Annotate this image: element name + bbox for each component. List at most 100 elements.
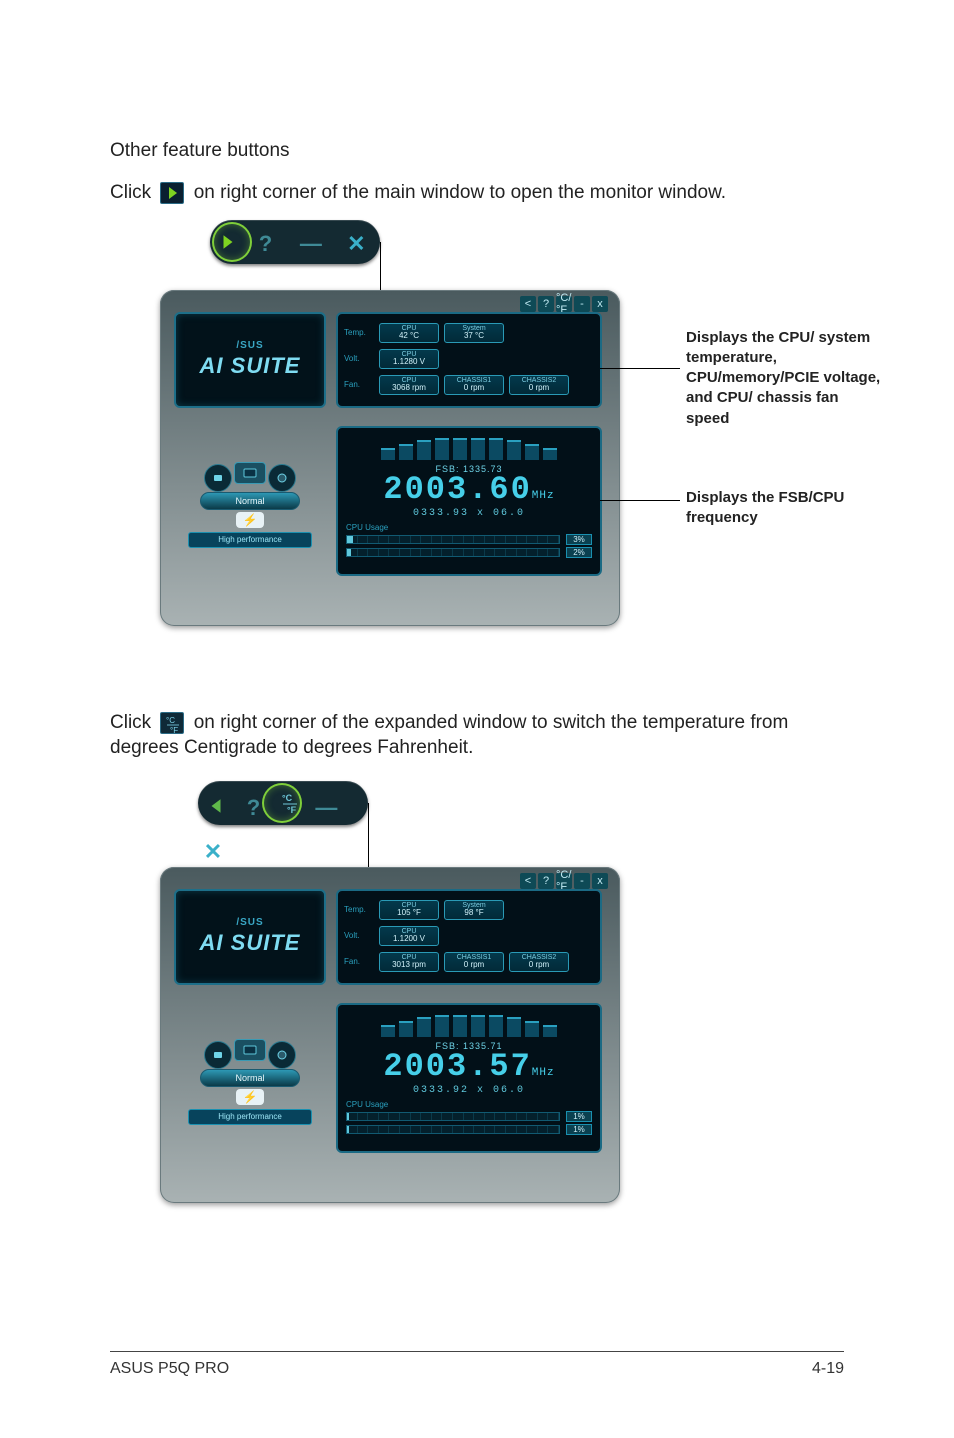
frequency-panel: FSB: 1335.71 2003.57MHz 0333.92 x 06.0 C…: [336, 1003, 602, 1153]
bolt-icon[interactable]: ⚡: [236, 1089, 264, 1105]
figure-1: ? — ✕ < ? °C/°F - x /SUS AI SUITE: [160, 220, 890, 670]
minimize-icon[interactable]: —: [285, 222, 337, 266]
left-pane: /SUS AI SUITE Normal ⚡ High performance: [174, 312, 326, 546]
zoom-titlebar-2: ? °C °F — ✕: [198, 781, 368, 825]
usage-row-2: 2%: [346, 547, 592, 558]
help-mini-icon[interactable]: ?: [538, 296, 554, 312]
paragraph-1: Click on right corner of the main window…: [110, 180, 844, 206]
right-pane: Temp. CPU105 °F System98 °F Volt. CPU1.1…: [336, 889, 602, 1153]
temp-cpu-pill: CPU42 °C: [379, 323, 439, 343]
expand-icon: [160, 182, 184, 204]
temp-row: Temp. CPU42 °C System37 °C: [344, 320, 594, 346]
usage-row-2: 1%: [346, 1124, 592, 1135]
perf-indicator-icon: [234, 1039, 266, 1061]
monitor-window-2: < ? °C/°F - x /SUS AI SUITE: [160, 867, 620, 1203]
close-mini-icon[interactable]: x: [592, 873, 608, 889]
collapse-icon[interactable]: <: [520, 296, 536, 312]
volt-cpu-pill: CPU1.1280 V: [379, 349, 439, 369]
right-pane: Temp. CPU42 °C System37 °C Volt. CPU1.12…: [336, 312, 602, 576]
fan-cpu-pill: CPU3013 rpm: [379, 952, 439, 972]
fan-label: Fan.: [344, 380, 374, 389]
performance-widget: Normal ⚡ High performance: [174, 454, 326, 546]
help-mini-icon[interactable]: ?: [538, 873, 554, 889]
leader-line: [368, 803, 369, 867]
asus-logo-text: /SUS: [236, 340, 263, 351]
para1-post: on right corner of the main window to op…: [194, 182, 726, 203]
unit-toggle-icon[interactable]: °C/°F: [556, 873, 572, 889]
minimize-mini-icon[interactable]: -: [574, 873, 590, 889]
ai-suite-title: AI SUITE: [200, 353, 301, 379]
leader-line: [600, 500, 680, 501]
perf-mode-button[interactable]: Normal: [200, 1069, 300, 1087]
unit-toggle-icon[interactable]: °C/°F: [556, 296, 572, 312]
close-icon[interactable]: ✕: [341, 222, 371, 266]
cpu-usage-label: CPU Usage: [346, 523, 592, 532]
fan-ch2-pill: CHASSIS20 rpm: [509, 375, 569, 395]
cpu-usage-label: CPU Usage: [346, 1100, 592, 1109]
minimize-icon[interactable]: —: [311, 786, 341, 830]
svg-text:°F: °F: [170, 726, 178, 734]
help-icon[interactable]: ?: [250, 222, 280, 266]
perf-label[interactable]: High performance: [188, 532, 312, 548]
usage-bar-2: [346, 1125, 560, 1134]
volt-label: Volt.: [344, 931, 374, 940]
freq-unit: MHz: [532, 1067, 555, 1079]
usage-bar-1: [346, 535, 560, 544]
ai-suite-title: AI SUITE: [200, 930, 301, 956]
volt-label: Volt.: [344, 354, 374, 363]
perf-knob-right-icon[interactable]: [268, 1041, 296, 1069]
histogram-icon: [346, 436, 592, 460]
temperature-toggle-icon: °C °F: [160, 712, 184, 734]
fan-ch1-pill: CHASSIS10 rpm: [444, 375, 504, 395]
multiplier-value: 0333.92 x 06.0: [346, 1085, 592, 1096]
usage-row-1: 1%: [346, 1111, 592, 1122]
fan-row: Fan. CPU3068 rpm CHASSIS10 rpm CHASSIS20…: [344, 372, 594, 398]
cpu-frequency: 2003.57MHz: [346, 1051, 592, 1083]
temp-cpu-pill: CPU105 °F: [379, 900, 439, 920]
paragraph-2: Click °C °F on right corner of the expan…: [110, 710, 844, 761]
footer-page-number: 4-19: [812, 1360, 844, 1378]
monitor-window-1: < ? °C/°F - x /SUS AI SUITE: [160, 290, 620, 626]
fan-ch1-pill: CHASSIS10 rpm: [444, 952, 504, 972]
window-controls: < ? °C/°F - x: [520, 873, 608, 889]
volt-row: Volt. CPU1.1280 V: [344, 346, 594, 372]
arrow-left-icon[interactable]: [198, 784, 234, 828]
section-heading: Other feature buttons: [110, 140, 844, 162]
bolt-icon[interactable]: ⚡: [236, 512, 264, 528]
brand-box: /SUS AI SUITE: [174, 889, 326, 985]
sensor-panel: Temp. CPU42 °C System37 °C Volt. CPU1.12…: [336, 312, 602, 408]
temp-label: Temp.: [344, 328, 374, 337]
perf-knob-left-icon[interactable]: [204, 1041, 232, 1069]
fan-cpu-pill: CPU3068 rpm: [379, 375, 439, 395]
highlight-ring-icon: [264, 785, 300, 821]
usage-pct-2: 1%: [566, 1124, 592, 1135]
footer-rule: [110, 1351, 844, 1353]
collapse-icon[interactable]: <: [520, 873, 536, 889]
footer-product: ASUS P5Q PRO: [110, 1360, 229, 1378]
perf-mode-button[interactable]: Normal: [200, 492, 300, 510]
volt-cpu-pill: CPU1.1200 V: [379, 926, 439, 946]
highlight-ring-icon: [214, 224, 250, 260]
page-footer: ASUS P5Q PRO 4-19: [110, 1351, 844, 1379]
performance-widget: Normal ⚡ High performance: [174, 1031, 326, 1123]
para2-post: on right corner of the expanded window t…: [110, 712, 788, 759]
cpu-frequency: 2003.60MHz: [346, 474, 592, 506]
multiplier-value: 0333.93 x 06.0: [346, 508, 592, 519]
minimize-mini-icon[interactable]: -: [574, 296, 590, 312]
window-controls: < ? °C/°F - x: [520, 296, 608, 312]
usage-bar-1: [346, 1112, 560, 1121]
figure-2: ? °C °F — ✕ < ? °C/°F - x: [160, 781, 890, 1241]
usage-pct-1: 3%: [566, 534, 592, 545]
freq-unit: MHz: [532, 490, 555, 502]
perf-knob-right-icon[interactable]: [268, 464, 296, 492]
frequency-panel: FSB: 1335.73 2003.60MHz 0333.93 x 06.0 C…: [336, 426, 602, 576]
brand-box: /SUS AI SUITE: [174, 312, 326, 408]
fan-ch2-pill: CHASSIS20 rpm: [509, 952, 569, 972]
leader-line: [380, 242, 381, 290]
perf-knob-left-icon[interactable]: [204, 464, 232, 492]
para1-pre: Click: [110, 182, 156, 203]
perf-label[interactable]: High performance: [188, 1109, 312, 1125]
usage-pct-2: 2%: [566, 547, 592, 558]
leader-line: [600, 368, 680, 369]
close-mini-icon[interactable]: x: [592, 296, 608, 312]
